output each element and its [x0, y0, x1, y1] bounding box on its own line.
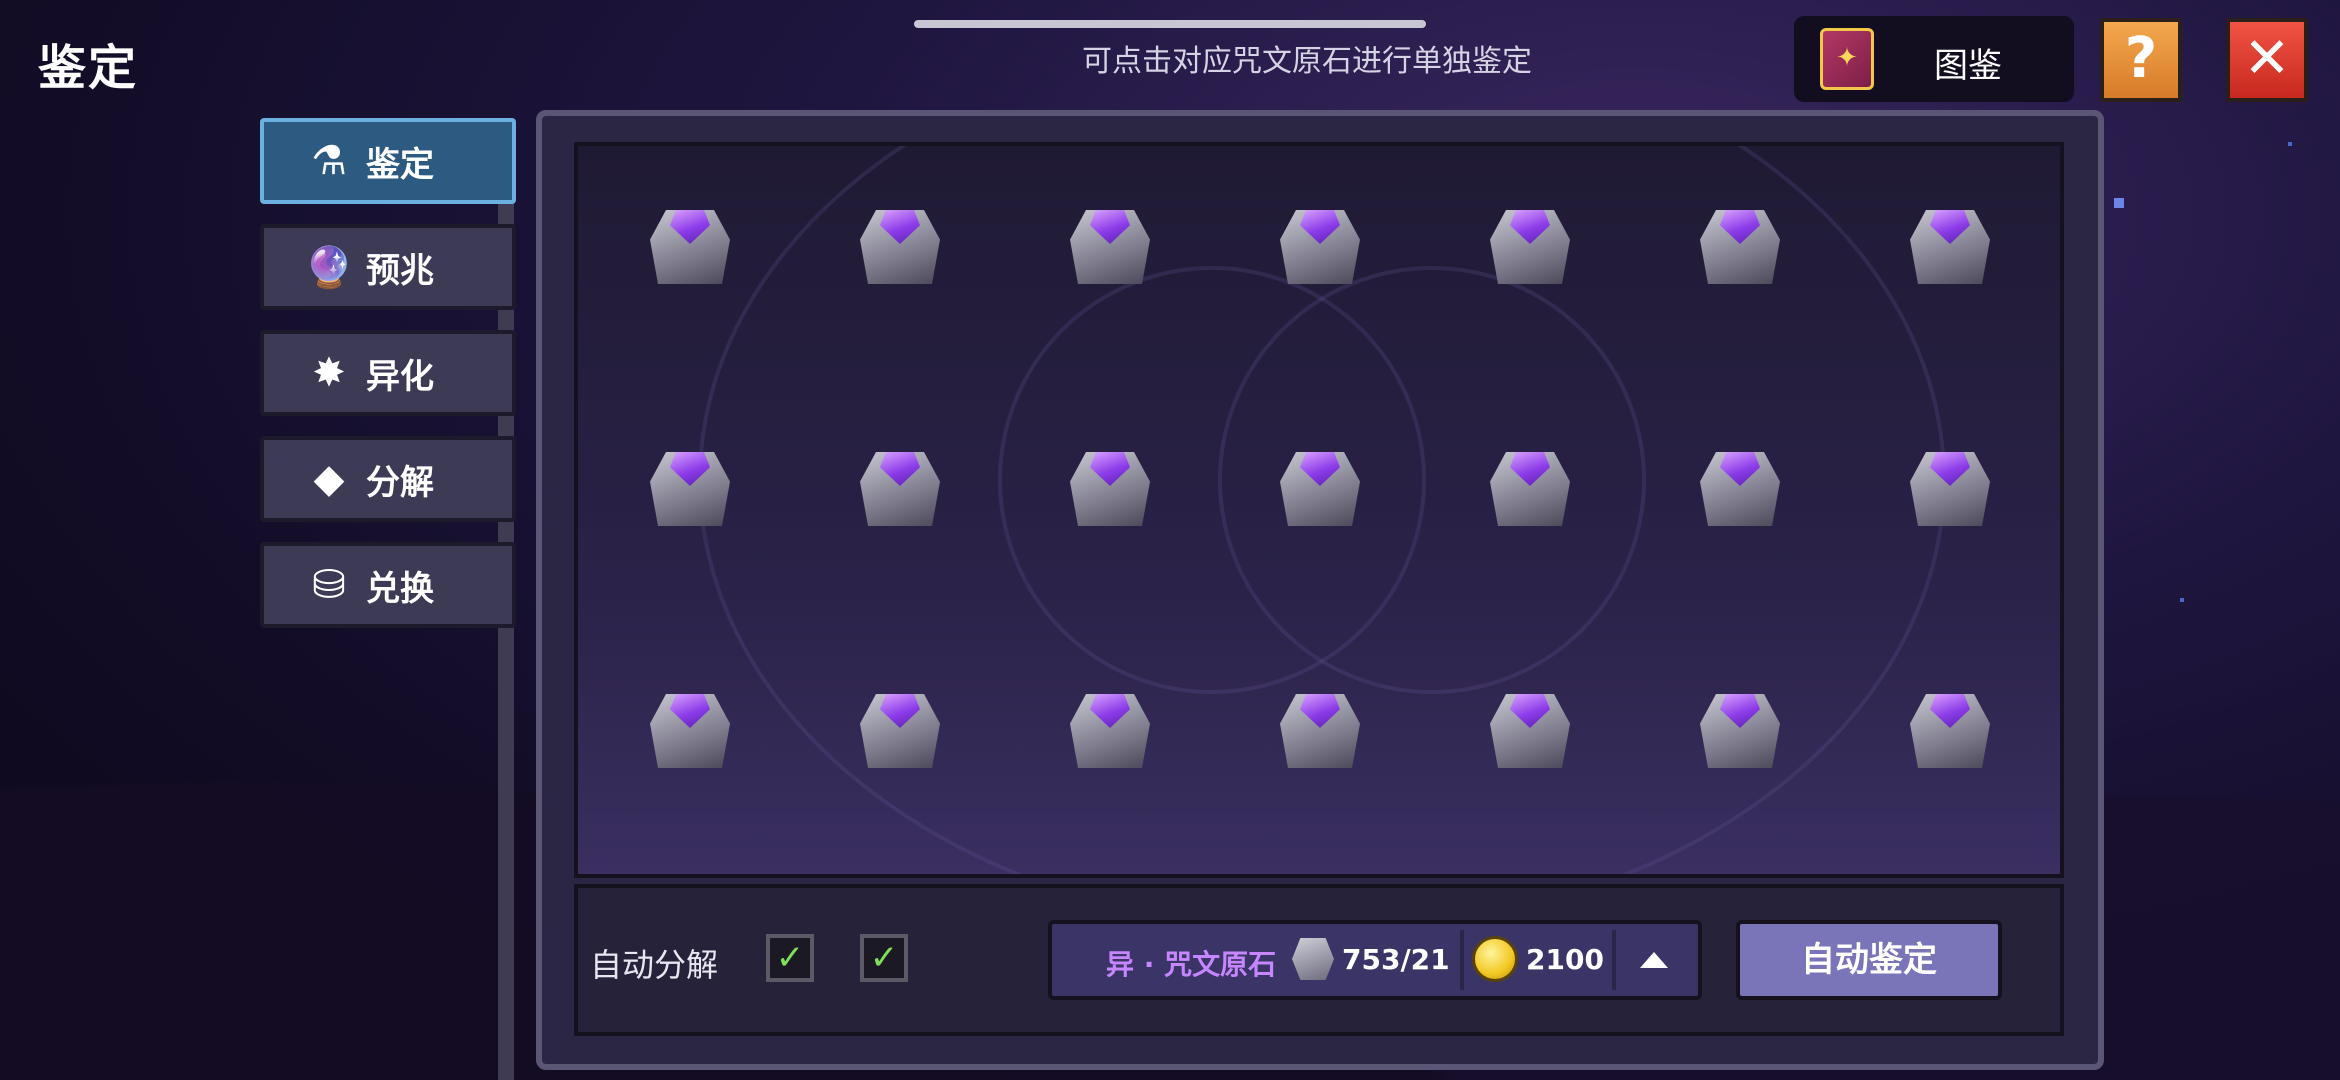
appraisal-icon: ⚗ — [311, 138, 347, 184]
question-icon: ? — [2124, 26, 2158, 91]
auto-appraise-button[interactable]: 自动鉴定 — [1736, 920, 2002, 1000]
rune-ore-stone[interactable] — [646, 194, 734, 290]
rune-ore-stone[interactable] — [1276, 678, 1364, 774]
rune-ore-stone[interactable] — [856, 194, 944, 290]
exchange-icon: ⛁ — [312, 562, 346, 608]
drag-handle[interactable] — [914, 20, 1426, 28]
tab-label: 鉴定 — [366, 144, 434, 185]
auto-decompose-checkbox-1[interactable]: ✓ — [766, 934, 814, 982]
divider — [1460, 930, 1464, 990]
tab-label: 兑换 — [366, 568, 434, 609]
gold-coin-icon — [1472, 936, 1518, 982]
rune-ore-stone[interactable] — [1486, 436, 1574, 532]
rune-ore-stone[interactable] — [856, 678, 944, 774]
rune-ore-stone[interactable] — [1906, 436, 1994, 532]
rune-stone-grid — [574, 142, 2064, 878]
tab-omen[interactable]: 🔮 预兆 — [260, 224, 516, 310]
rune-ore-stone[interactable] — [1906, 194, 1994, 290]
rune-ore-stone[interactable] — [1696, 436, 1784, 532]
tab-label: 分解 — [366, 462, 434, 503]
star-sparkle — [2180, 598, 2184, 602]
close-button[interactable]: ✕ — [2226, 18, 2308, 102]
rune-ore-stone[interactable] — [856, 436, 944, 532]
tab-decompose[interactable]: ◆ 分解 — [260, 436, 516, 522]
codex-button[interactable]: ✦ 图鉴 — [1794, 16, 2074, 102]
gold-count: 2100 — [1526, 943, 1604, 976]
rune-ore-stone[interactable] — [646, 678, 734, 774]
rune-ore-stone[interactable] — [1486, 678, 1574, 774]
tab-mutation[interactable]: ✸ 异化 — [260, 330, 516, 416]
page-title: 鉴定 — [38, 40, 139, 96]
tab-label: 预兆 — [366, 250, 434, 291]
resource-name: 异 · 咒文原石 — [1106, 948, 1277, 981]
tab-exchange[interactable]: ⛁ 兑换 — [260, 542, 516, 628]
codex-label: 图鉴 — [1934, 46, 2002, 86]
rune-ore-stone[interactable] — [1276, 436, 1364, 532]
resource-count: 753/21 — [1342, 943, 1450, 976]
rune-ore-stone[interactable] — [1906, 678, 1994, 774]
tab-label: 异化 — [366, 356, 434, 397]
help-button[interactable]: ? — [2100, 18, 2182, 102]
star-sparkle — [2288, 142, 2292, 146]
rune-ore-stone[interactable] — [1276, 194, 1364, 290]
tab-appraisal[interactable]: ⚗ 鉴定 — [260, 118, 516, 204]
auto-decompose-checkbox-2[interactable]: ✓ — [860, 934, 908, 982]
side-tabs: ⚗ 鉴定 🔮 预兆 ✸ 异化 ◆ 分解 ⛁ 兑换 — [260, 118, 520, 648]
rune-ore-stone[interactable] — [646, 436, 734, 532]
hint-text: 可点击对应咒文原石进行单独鉴定 — [1082, 44, 1532, 79]
rune-ore-stone[interactable] — [1066, 436, 1154, 532]
close-icon: ✕ — [2243, 26, 2291, 91]
rune-ore-stone[interactable] — [1066, 678, 1154, 774]
mutation-icon: ✸ — [312, 350, 346, 396]
codex-book-icon: ✦ — [1820, 28, 1874, 90]
auto-decompose-label: 自动分解 — [590, 946, 719, 984]
decompose-icon: ◆ — [313, 456, 345, 502]
crystal-ball-icon: 🔮 — [304, 244, 354, 291]
rune-ore-stone[interactable] — [1486, 194, 1574, 290]
rune-ore-stone[interactable] — [1696, 194, 1784, 290]
star-sparkle — [2114, 198, 2124, 208]
rune-ore-stone[interactable] — [1696, 678, 1784, 774]
rune-ore-icon — [1292, 938, 1334, 980]
triangle-up-icon[interactable] — [1640, 952, 1668, 968]
rune-ore-stone[interactable] — [1066, 194, 1154, 290]
divider — [1612, 930, 1616, 990]
